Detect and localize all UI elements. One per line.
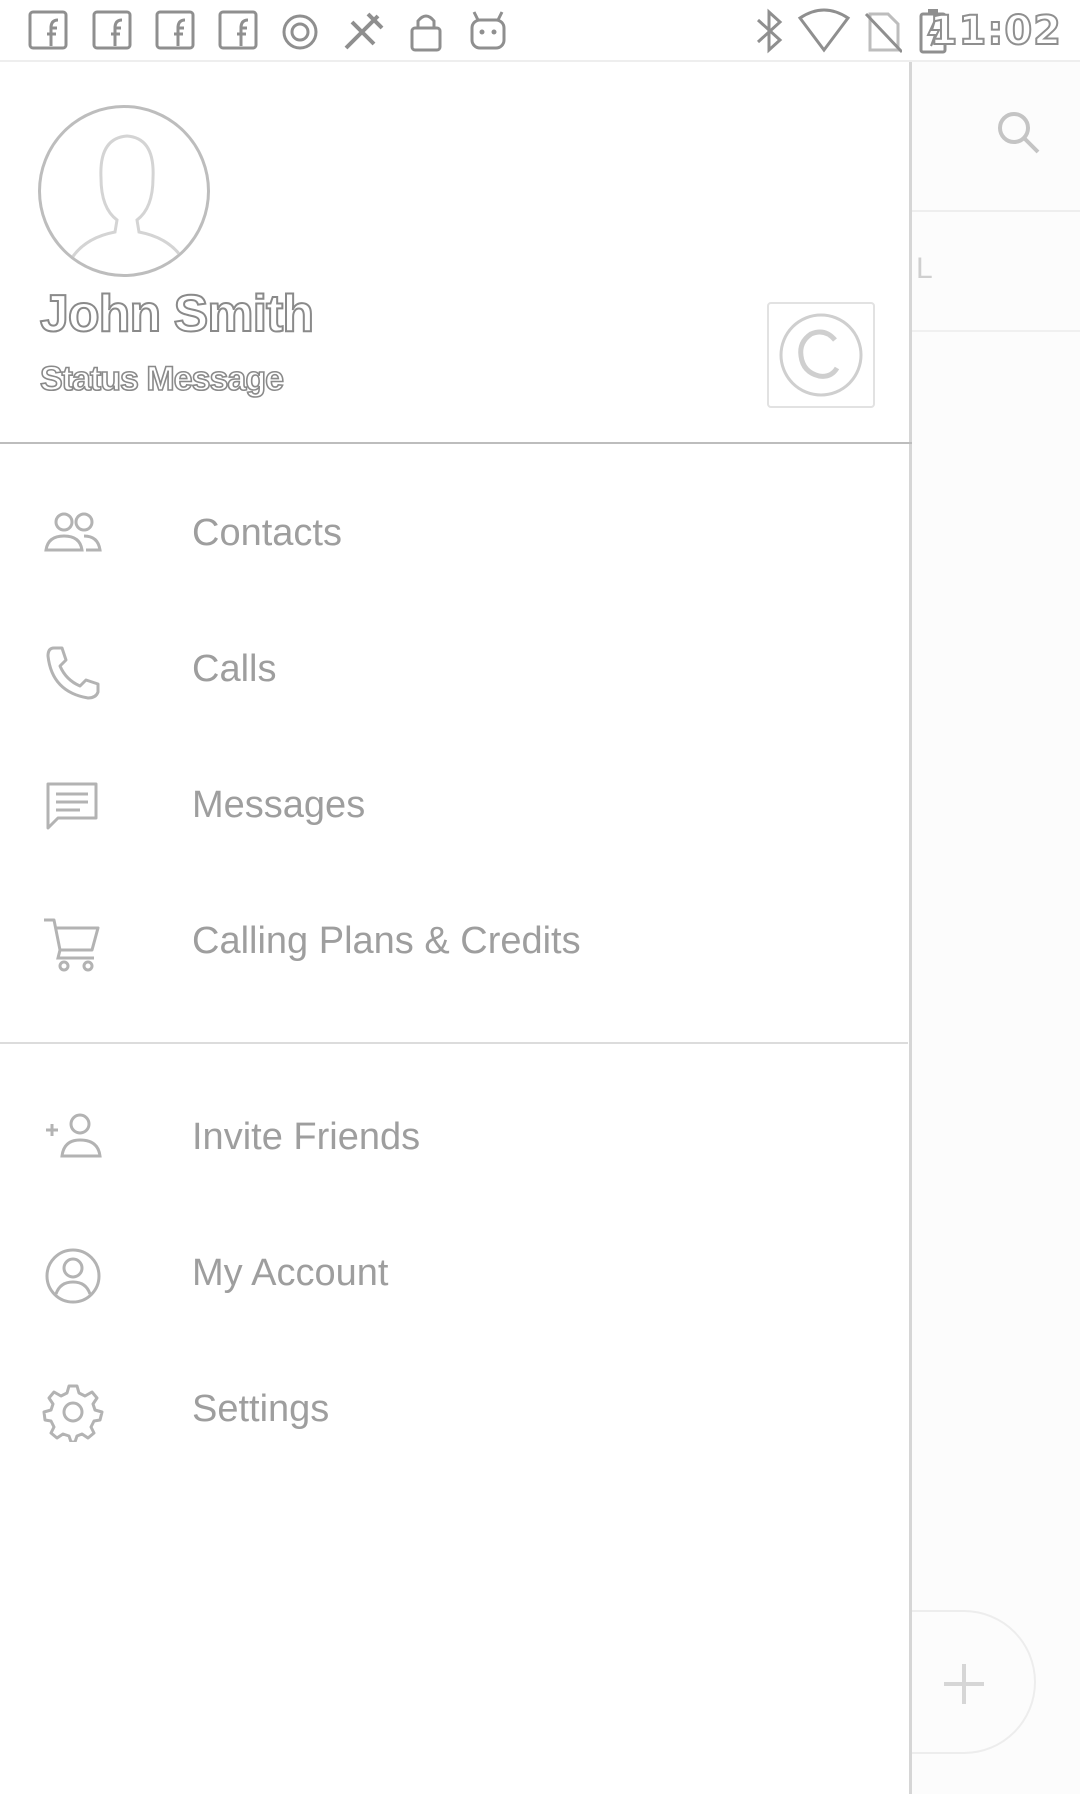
- gear-icon: [42, 1384, 104, 1442]
- add-person-icon: [46, 1113, 102, 1158]
- phone-icon: [46, 646, 100, 700]
- circle-notification-icon: [282, 14, 318, 50]
- menu-item-invite-friends[interactable]: Invite Friends: [0, 1072, 908, 1208]
- bluetooth-icon: [756, 8, 783, 54]
- cart-icon: [44, 918, 100, 972]
- lock-icon: [410, 14, 442, 52]
- menu-label-contacts: Contacts: [192, 512, 342, 554]
- credit-coin-icon: [779, 313, 863, 397]
- menu-label-calling-plans: Calling Plans & Credits: [192, 920, 581, 962]
- menu-label-invite-friends: Invite Friends: [192, 1116, 421, 1158]
- wifi-icon: [797, 8, 851, 53]
- section-letter: L: [916, 252, 933, 285]
- facebook-icon: [92, 10, 132, 50]
- background-toolbar: [912, 62, 1080, 212]
- user-status-message[interactable]: Status Message: [39, 359, 285, 399]
- status-time: 11:02: [929, 7, 1062, 55]
- plus-icon: [944, 1664, 984, 1704]
- menu-label-calls: Calls: [192, 648, 277, 690]
- menu-label-settings: Settings: [192, 1388, 330, 1430]
- facebook-icon: [155, 10, 195, 50]
- menu-label-messages: Messages: [192, 784, 366, 826]
- no-sim-icon: [864, 12, 902, 54]
- account-icon: [45, 1248, 101, 1304]
- navigation-drawer: John Smith Status Message Contacts Calls: [0, 62, 912, 1794]
- tool-icon: [344, 12, 384, 50]
- menu-item-messages[interactable]: Messages: [0, 740, 908, 876]
- menu-item-calling-plans[interactable]: Calling Plans & Credits: [0, 876, 908, 1012]
- background-app: L: [912, 62, 1080, 1794]
- facebook-icon: [28, 10, 68, 50]
- divider: [912, 330, 1080, 332]
- menu-label-my-account: My Account: [192, 1252, 389, 1294]
- credits-button[interactable]: [767, 302, 875, 408]
- android-icon: [470, 11, 506, 50]
- drawer-header: John Smith Status Message: [0, 62, 912, 444]
- menu-item-my-account[interactable]: My Account: [0, 1208, 908, 1344]
- add-fab-button[interactable]: [912, 1610, 1036, 1754]
- facebook-icon: [218, 10, 258, 50]
- message-icon: [46, 782, 98, 830]
- contacts-icon: [44, 512, 102, 552]
- menu-divider: [0, 1042, 908, 1044]
- user-name: John Smith: [39, 284, 315, 344]
- menu-item-contacts[interactable]: Contacts: [0, 468, 908, 604]
- avatar-silhouette-icon: [62, 134, 192, 274]
- search-icon[interactable]: [994, 108, 1044, 158]
- status-bar: 11:02: [0, 0, 1080, 62]
- menu-item-calls[interactable]: Calls: [0, 604, 908, 740]
- avatar[interactable]: [38, 105, 210, 277]
- menu-item-settings[interactable]: Settings: [0, 1344, 908, 1480]
